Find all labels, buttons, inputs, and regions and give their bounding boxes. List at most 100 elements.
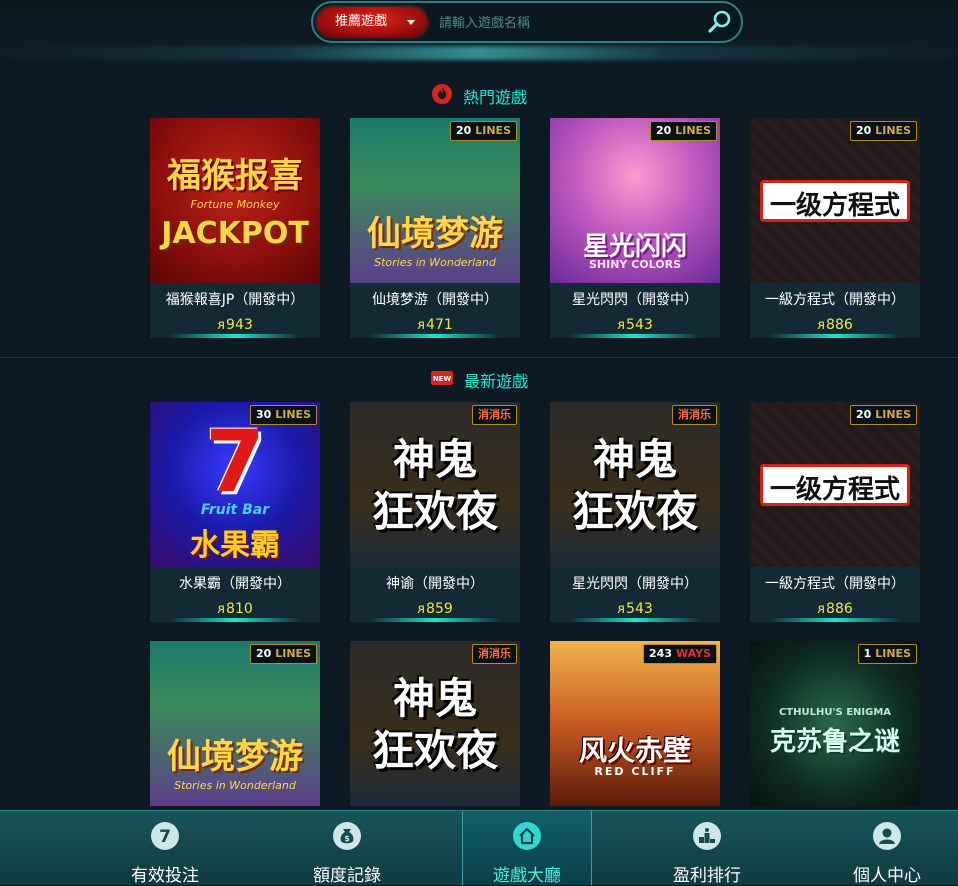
search-bar: 推薦遊戲 bbox=[311, 1, 743, 43]
search-input[interactable] bbox=[437, 10, 701, 36]
nav-label: 額度記錄 bbox=[313, 866, 381, 886]
seven-symbol: 7 bbox=[205, 412, 265, 512]
game-info: 一級方程式（開發中） ᴙ886 bbox=[750, 567, 920, 622]
underglow bbox=[370, 334, 500, 338]
new-games-header: NEW 最新遊戲 bbox=[0, 367, 958, 393]
game-name: 仙境梦游（開發中） bbox=[372, 292, 498, 308]
game-thumbnail: 消消乐 神鬼 狂欢夜 bbox=[550, 402, 720, 567]
game-amount: ᴙ886 bbox=[817, 317, 853, 333]
fire-icon bbox=[431, 83, 453, 109]
game-card-fortune-monkey[interactable]: 福猴报喜 Fortune Monkey JACKPOT 福猴報喜JP（開發中） … bbox=[150, 118, 320, 338]
game-card-wonderland[interactable]: 20 LINES 仙境梦游 Stories in Wonderland 仙境梦游（… bbox=[350, 118, 520, 338]
game-thumbnail: 消消乐 神鬼 狂欢夜 bbox=[350, 402, 520, 567]
game-info: 星光閃閃（開發中） ᴙ543 bbox=[550, 567, 720, 622]
game-thumbnail: 消消乐 神鬼 狂欢夜 bbox=[350, 641, 520, 806]
game-card-ghost-carnival-2[interactable]: 消消乐 神鬼 狂欢夜 星光閃閃（開發中） ᴙ543 bbox=[550, 402, 720, 622]
svg-text:7: 7 bbox=[159, 827, 171, 847]
underglow bbox=[570, 618, 700, 622]
top-bar: 推薦遊戲 bbox=[0, 0, 958, 60]
ways-badge: 243 WAYS bbox=[643, 644, 717, 664]
coin-icon: ᴙ bbox=[617, 318, 626, 333]
coin-icon: ᴙ bbox=[617, 602, 626, 617]
category-select-label: 推薦遊戲 bbox=[335, 14, 388, 29]
seven-icon: 7 bbox=[151, 822, 179, 850]
new-badge-icon: NEW bbox=[430, 369, 454, 391]
underglow bbox=[570, 334, 700, 338]
game-thumbnail: 福猴报喜 Fortune Monkey JACKPOT bbox=[150, 118, 320, 283]
section-divider bbox=[0, 357, 958, 358]
game-thumbnail: 20 LINES 星光闪闪 SHINY COLORS bbox=[550, 118, 720, 283]
search-icon[interactable] bbox=[707, 9, 733, 35]
lines-badge: 20 LINES bbox=[849, 405, 917, 425]
type-badge: 消消乐 bbox=[472, 405, 517, 425]
game-card-shiny-colors[interactable]: 20 LINES 星光闪闪 SHINY COLORS 星光閃閃（開發中） ᴙ543 bbox=[550, 118, 720, 338]
user-icon bbox=[873, 822, 901, 850]
lines-badge: 20 LINES bbox=[449, 121, 517, 141]
underglow bbox=[170, 334, 300, 338]
new-games-title: 最新遊戲 bbox=[463, 372, 528, 391]
game-card-fruit-bar[interactable]: 30 LINES 7 Fruit Bar 水果霸 水果霸（開發中） ᴙ810 bbox=[150, 402, 320, 622]
game-card-ghost-carnival[interactable]: 消消乐 神鬼 狂欢夜 神谕（開發中） ᴙ859 bbox=[350, 402, 520, 622]
game-card-formula-one[interactable]: 20 LINES 一级方程式 一級方程式（開發中） ᴙ886 bbox=[750, 118, 920, 338]
nav-personal-center[interactable]: 個人中心 bbox=[812, 811, 958, 886]
nav-label: 遊戲大廳 bbox=[493, 866, 561, 886]
game-name: 神谕（開發中） bbox=[386, 576, 484, 592]
coin-icon: ᴙ bbox=[817, 318, 826, 333]
nav-game-lobby[interactable]: 遊戲大廳 bbox=[462, 811, 592, 886]
underglow bbox=[170, 618, 300, 622]
top-bar-glow bbox=[0, 46, 958, 60]
lines-badge: 20 LINES bbox=[649, 121, 717, 141]
game-name: 一級方程式（開發中） bbox=[765, 576, 905, 592]
nav-credit-records[interactable]: $ 額度記錄 bbox=[272, 811, 422, 886]
game-amount: ᴙ886 bbox=[817, 601, 853, 617]
nav-label: 盈利排行 bbox=[673, 866, 741, 886]
home-icon bbox=[513, 822, 541, 850]
game-thumbnail: 20 LINES 一级方程式 bbox=[750, 402, 920, 567]
nav-label: 有效投注 bbox=[131, 866, 199, 886]
game-thumbnail: 20 LINES 仙境梦游 Stories in Wonderland bbox=[150, 641, 320, 806]
game-info: 福猴報喜JP（開發中） ᴙ943 bbox=[150, 283, 320, 338]
game-amount: ᴙ810 bbox=[217, 601, 253, 617]
game-name: 水果霸（開發中） bbox=[179, 576, 291, 592]
hot-games-title: 熱門遊戲 bbox=[462, 88, 527, 107]
underglow bbox=[770, 334, 900, 338]
coin-icon: ᴙ bbox=[217, 602, 226, 617]
svg-text:$: $ bbox=[344, 834, 350, 843]
game-info: 仙境梦游（開發中） ᴙ471 bbox=[350, 283, 520, 338]
game-thumbnail: 20 LINES 一级方程式 bbox=[750, 118, 920, 283]
game-thumbnail: 30 LINES 7 Fruit Bar 水果霸 bbox=[150, 402, 320, 567]
nav-valid-bets[interactable]: 7 有效投注 bbox=[90, 811, 240, 886]
podium-icon bbox=[693, 822, 721, 850]
lines-badge: 20 LINES bbox=[249, 644, 317, 664]
game-info: 一級方程式（開發中） ᴙ886 bbox=[750, 283, 920, 338]
type-badge: 消消乐 bbox=[472, 644, 517, 664]
underglow bbox=[370, 618, 500, 622]
game-amount: ᴙ859 bbox=[417, 601, 453, 617]
category-select[interactable]: 推薦遊戲 bbox=[317, 7, 427, 37]
coin-icon: ᴙ bbox=[417, 318, 426, 333]
game-name: 星光閃閃（開發中） bbox=[572, 292, 698, 308]
type-badge: 消消乐 bbox=[672, 405, 717, 425]
game-name: 一級方程式（開發中） bbox=[765, 292, 905, 308]
chevron-down-icon bbox=[407, 20, 415, 25]
nav-profit-ranking[interactable]: 盈利排行 bbox=[632, 811, 782, 886]
game-name: 福猴報喜JP（開發中） bbox=[165, 292, 305, 308]
svg-text:NEW: NEW bbox=[433, 375, 452, 383]
game-amount: ᴙ543 bbox=[617, 317, 653, 333]
f1-logo: 一级方程式 bbox=[760, 464, 910, 506]
game-amount: ᴙ943 bbox=[217, 317, 253, 333]
game-card-formula-one-2[interactable]: 20 LINES 一级方程式 一級方程式（開發中） ᴙ886 bbox=[750, 402, 920, 622]
game-amount: ᴙ543 bbox=[617, 601, 653, 617]
game-info: 神谕（開發中） ᴙ859 bbox=[350, 567, 520, 622]
money-bag-icon: $ bbox=[333, 822, 361, 850]
coin-icon: ᴙ bbox=[217, 318, 226, 333]
bottom-nav: 7 有效投注 $ 額度記錄 遊戲大廳 盈利排行 個人中心 bbox=[0, 810, 958, 886]
game-thumbnail: 1 LINES CTHULHU'S ENIGMA 克苏鲁之谜 bbox=[750, 641, 920, 806]
underglow bbox=[770, 618, 900, 622]
nav-label: 個人中心 bbox=[853, 866, 921, 886]
game-amount: ᴙ471 bbox=[417, 317, 453, 333]
game-thumbnail: 243 WAYS 风火赤壁 RED CLIFF bbox=[550, 641, 720, 806]
lines-badge: 1 LINES bbox=[857, 644, 917, 664]
hot-games-header: 熱門遊戲 bbox=[0, 83, 958, 109]
game-thumbnail: 20 LINES 仙境梦游 Stories in Wonderland bbox=[350, 118, 520, 283]
